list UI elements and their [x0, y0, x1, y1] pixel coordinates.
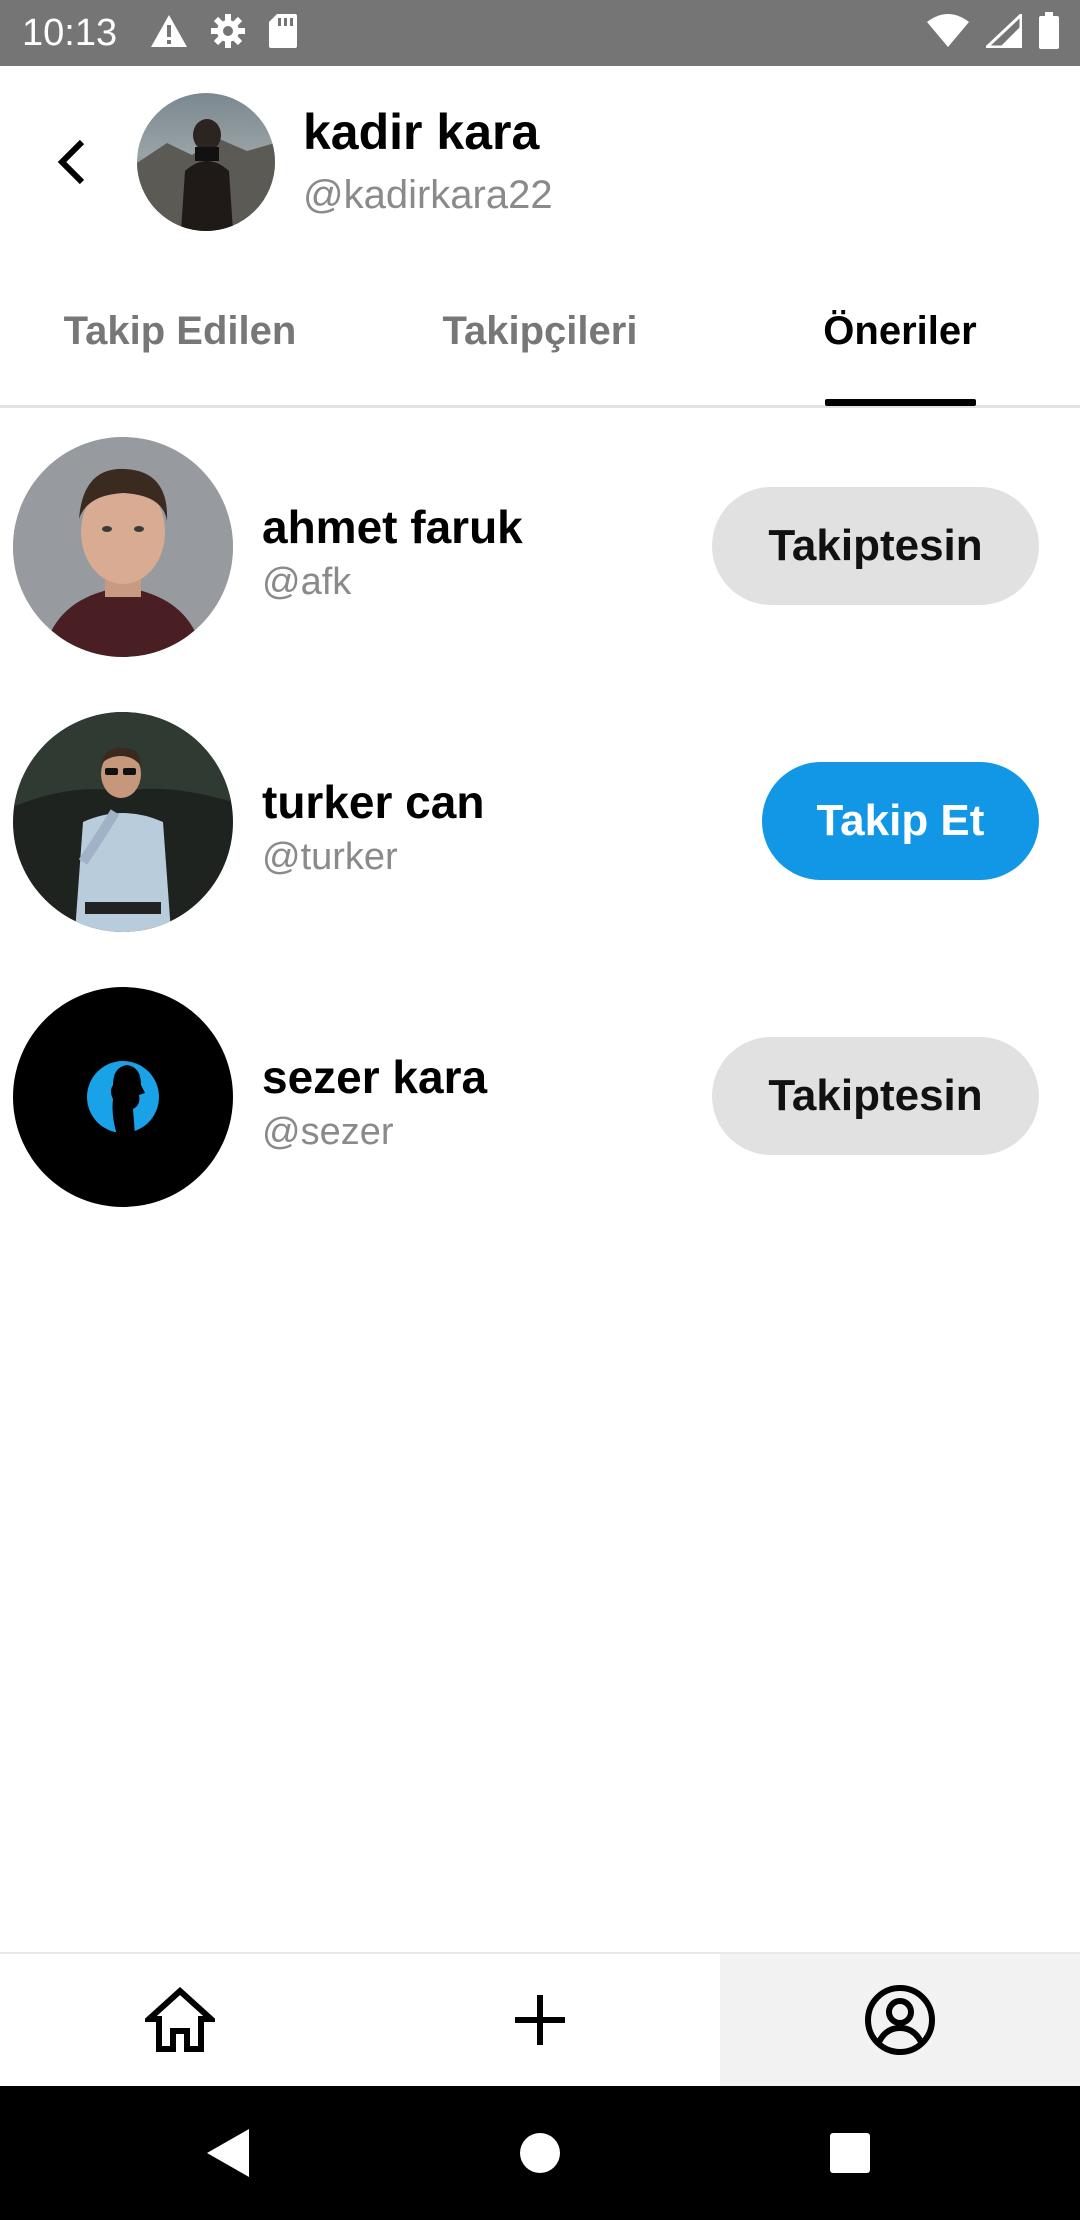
- system-home-button[interactable]: [480, 2086, 600, 2220]
- tab-suggestions-label: Öneriler: [823, 309, 977, 353]
- tab-suggestions[interactable]: Öneriler: [720, 266, 1080, 408]
- list-item[interactable]: turker can @turker Takip Et: [0, 712, 1080, 972]
- back-button[interactable]: [40, 130, 104, 194]
- profile-handle: @kadirkara22: [303, 173, 553, 217]
- follow-button[interactable]: Takip Et: [762, 762, 1039, 880]
- tab-followers-label: Takipçileri: [442, 309, 638, 353]
- profile-icon: [865, 1985, 935, 2055]
- user-handle: @turker: [262, 836, 398, 878]
- avatar[interactable]: [13, 987, 233, 1207]
- user-handle: @sezer: [262, 1111, 394, 1153]
- bottom-navigation: [0, 1952, 1080, 2086]
- avatar[interactable]: [13, 437, 233, 657]
- warning-icon: [150, 14, 188, 53]
- nav-add[interactable]: [360, 1954, 720, 2086]
- home-icon: [145, 1987, 215, 2052]
- user-name: ahmet faruk: [262, 501, 523, 553]
- tab-following[interactable]: Takip Edilen: [0, 266, 360, 408]
- status-time: 10:13: [22, 12, 118, 54]
- user-name: turker can: [262, 776, 485, 828]
- system-recents-button[interactable]: [790, 2086, 910, 2220]
- profile-name: kadir kara: [303, 104, 540, 160]
- signal-icon: [983, 11, 1023, 53]
- tab-followers[interactable]: Takipçileri: [360, 266, 720, 408]
- nav-home[interactable]: [0, 1954, 360, 2086]
- system-navigation-bar: [0, 2086, 1080, 2220]
- chevron-left-icon: [57, 139, 85, 185]
- header-avatar[interactable]: [137, 93, 275, 231]
- nav-profile[interactable]: [720, 1954, 1080, 2086]
- following-button[interactable]: Takiptesin: [712, 487, 1039, 605]
- list-item[interactable]: ahmet faruk @afk Takiptesin: [0, 437, 1080, 697]
- home-circle-icon: [520, 2133, 560, 2173]
- following-button[interactable]: Takiptesin: [712, 1037, 1039, 1155]
- wifi-icon: [926, 14, 970, 53]
- list-item[interactable]: sezer kara @sezer Takiptesin: [0, 987, 1080, 1247]
- battery-icon: [1038, 12, 1060, 55]
- gear-icon: [210, 13, 246, 54]
- tab-bar: Takip Edilen Takipçileri Öneriler: [0, 266, 1080, 408]
- plus-icon: [515, 1995, 565, 2045]
- tab-following-label: Takip Edilen: [63, 309, 297, 353]
- back-triangle-icon: [207, 2129, 249, 2177]
- active-tab-indicator: [825, 399, 976, 406]
- avatar[interactable]: [13, 712, 233, 932]
- sd-card-icon: [268, 13, 298, 54]
- system-back-button[interactable]: [168, 2086, 288, 2220]
- recents-square-icon: [830, 2133, 870, 2173]
- user-name: sezer kara: [262, 1051, 488, 1103]
- user-handle: @afk: [262, 561, 352, 603]
- profile-header: kadir kara @kadirkara22: [0, 66, 1080, 266]
- status-bar: 10:13: [0, 0, 1080, 66]
